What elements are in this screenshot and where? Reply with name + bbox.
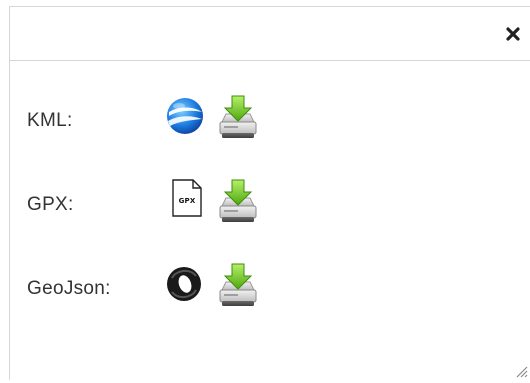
export-row-geojson: GeoJson: [10, 259, 310, 319]
geojson-icon [164, 264, 204, 304]
export-dialog: KML: GPX: GPX GeoJson: [9, 6, 530, 380]
download-drive-icon [219, 179, 257, 222]
gpx-label: GPX: [27, 194, 74, 215]
kml-download-button[interactable] [216, 94, 260, 142]
export-row-kml: KML: [10, 91, 310, 151]
dialog-titlebar [10, 7, 530, 61]
geojson-download-button[interactable] [216, 262, 260, 310]
geojson-label: GeoJson: [27, 278, 111, 299]
kml-label: KML: [27, 110, 73, 131]
google-earth-icon [165, 96, 205, 136]
download-drive-icon [219, 95, 257, 138]
close-icon[interactable] [504, 25, 522, 43]
gpx-file-icon: GPX [167, 178, 207, 218]
gpx-file-icon-text: GPX [178, 197, 196, 205]
export-row-gpx: GPX: GPX [10, 175, 310, 235]
download-drive-icon [219, 263, 257, 306]
gpx-download-button[interactable] [216, 178, 260, 226]
resize-grip-icon[interactable] [514, 364, 528, 378]
